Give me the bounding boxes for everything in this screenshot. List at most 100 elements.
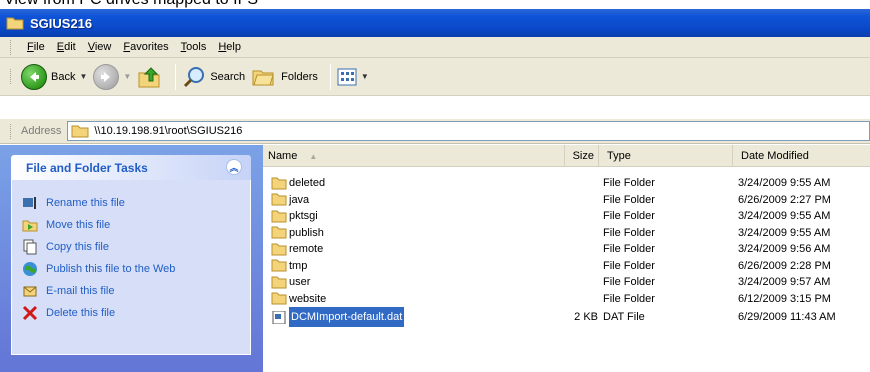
- task-pane: File and Folder Tasks ︽ Rename this file…: [0, 145, 263, 372]
- back-button[interactable]: Back ▼: [21, 62, 87, 92]
- chevron-down-icon[interactable]: ▼: [79, 72, 87, 81]
- col-type-header[interactable]: Type: [599, 145, 733, 167]
- task-publish[interactable]: Publish this file to the Web: [22, 258, 240, 280]
- folder-icon: [271, 193, 287, 206]
- task-rename[interactable]: Rename this file: [22, 192, 240, 214]
- file-folder-tasks-panel: File and Folder Tasks ︽ Rename this file…: [11, 155, 251, 355]
- file-type: File Folder: [603, 226, 655, 239]
- views-icon: [337, 68, 357, 85]
- table-row[interactable]: pktsgi File Folder 3/24/2009 9:55 AM: [263, 208, 870, 225]
- forward-arrow-icon: [93, 63, 120, 90]
- menu-tools[interactable]: Tools: [175, 41, 213, 53]
- col-date-header[interactable]: Date Modified: [733, 145, 870, 167]
- folder-icon: [6, 17, 24, 30]
- table-row[interactable]: website File Folder 6/12/2009 3:15 PM: [263, 291, 870, 308]
- file-name: pktsgi: [289, 210, 318, 222]
- table-row[interactable]: java File Folder 6/26/2009 2:27 PM: [263, 192, 870, 209]
- file-date: 6/26/2009 2:27 PM: [738, 193, 831, 206]
- chevron-down-icon[interactable]: ▼: [123, 72, 131, 81]
- toolbar-separator: [175, 63, 177, 90]
- col-size-label: Size: [572, 150, 594, 162]
- file-date: 3/24/2009 9:55 AM: [738, 226, 831, 239]
- task-move[interactable]: Move this file: [22, 214, 240, 236]
- toolbar-grip: [10, 69, 13, 84]
- file-name: java: [289, 193, 310, 206]
- file-date: 3/24/2009 9:56 AM: [738, 243, 831, 255]
- title-bar[interactable]: SGIUS216: [0, 9, 870, 37]
- file-type: File Folder: [603, 276, 655, 288]
- search-label: Search: [210, 70, 246, 83]
- file-size: 2 KB: [574, 311, 598, 323]
- file-name: publish: [289, 226, 324, 239]
- collapse-icon[interactable]: ︽: [226, 159, 242, 175]
- table-row-selected[interactable]: DCMImport-default.dat 2 KB DAT File 6/29…: [263, 307, 870, 327]
- delete-icon: [22, 305, 38, 321]
- toolbar-separator: [329, 63, 331, 90]
- col-name-header[interactable]: Name ▲: [263, 145, 565, 167]
- col-date-label: Date Modified: [741, 150, 809, 162]
- table-row[interactable]: remote File Folder 3/24/2009 9:56 AM: [263, 241, 870, 258]
- folder-icon: [71, 125, 89, 138]
- file-date: 3/24/2009 9:57 AM: [738, 276, 831, 288]
- file-type: File Folder: [603, 210, 655, 222]
- file-date: 3/24/2009 9:55 AM: [738, 210, 831, 222]
- window-title: SGIUS216: [30, 15, 93, 31]
- menu-view[interactable]: View: [82, 41, 118, 53]
- views-button[interactable]: ▼: [337, 62, 369, 92]
- task-label: Rename this file: [46, 197, 125, 209]
- table-row[interactable]: user File Folder 3/24/2009 9:57 AM: [263, 274, 870, 291]
- caption-text: View from PC drives mapped to IFS: [4, 0, 258, 9]
- up-folder-icon: [138, 66, 160, 87]
- back-label: Back: [51, 70, 76, 83]
- file-name: tmp: [289, 259, 308, 272]
- task-label: Move this file: [46, 219, 111, 231]
- menu-file[interactable]: File: [21, 41, 51, 53]
- file-type: File Folder: [603, 193, 655, 206]
- menu-help[interactable]: Help: [212, 41, 247, 53]
- address-input[interactable]: \\10.19.198.91\root\SGIUS216: [67, 121, 870, 141]
- folder-icon: [271, 259, 287, 272]
- task-delete[interactable]: Delete this file: [22, 302, 240, 324]
- menu-edit[interactable]: Edit: [51, 41, 82, 53]
- table-row[interactable]: tmp File Folder 6/26/2009 2:28 PM: [263, 258, 870, 275]
- folder-icon: [271, 243, 287, 255]
- file-date: 6/26/2009 2:28 PM: [738, 259, 831, 272]
- toolbar: Back ▼ ▼ Search Folders ▼: [0, 58, 870, 96]
- menu-bar: File Edit View Favorites Tools Help: [0, 37, 870, 58]
- email-icon: [23, 286, 37, 297]
- copy-icon: [23, 239, 37, 255]
- file-name: deleted: [289, 177, 326, 189]
- up-folder-button[interactable]: [137, 62, 163, 92]
- file-icon: [272, 310, 286, 324]
- tasks-header[interactable]: File and Folder Tasks ︽: [11, 155, 251, 180]
- file-list: deleted File Folder 3/24/2009 9:55 AM ja…: [263, 175, 870, 327]
- tasks-list: Rename this file Move this file Copy thi…: [11, 180, 251, 355]
- file-date: 3/24/2009 9:55 AM: [738, 177, 831, 189]
- file-type: DAT File: [603, 311, 645, 323]
- col-size-header[interactable]: Size: [565, 145, 599, 167]
- chevron-down-icon[interactable]: ▼: [361, 72, 369, 81]
- forward-button[interactable]: ▼: [93, 62, 131, 92]
- folder-icon: [271, 226, 287, 239]
- menu-favorites[interactable]: Favorites: [117, 41, 174, 53]
- folder-icon: [271, 276, 287, 288]
- folder-icon: [271, 292, 287, 305]
- file-type: File Folder: [603, 292, 655, 305]
- move-icon: [22, 220, 38, 232]
- file-date: 6/12/2009 3:15 PM: [738, 292, 831, 305]
- search-button[interactable]: Search: [182, 62, 245, 92]
- sort-asc-icon: ▲: [309, 152, 318, 161]
- rename-icon: [23, 197, 36, 209]
- address-path: \\10.19.198.91\root\SGIUS216: [94, 125, 243, 137]
- task-email[interactable]: E-mail this file: [22, 280, 240, 302]
- column-header: Name ▲ Size Type Date Modified: [263, 145, 870, 167]
- task-copy[interactable]: Copy this file: [22, 236, 240, 258]
- folders-label: Folders: [281, 70, 318, 83]
- table-row[interactable]: deleted File Folder 3/24/2009 9:55 AM: [263, 175, 870, 192]
- file-type: File Folder: [603, 243, 655, 255]
- folders-button[interactable]: Folders: [251, 62, 318, 92]
- folder-icon: [271, 177, 287, 189]
- address-grip: [10, 123, 13, 139]
- table-row[interactable]: publish File Folder 3/24/2009 9:55 AM: [263, 225, 870, 242]
- col-type-label: Type: [607, 150, 631, 162]
